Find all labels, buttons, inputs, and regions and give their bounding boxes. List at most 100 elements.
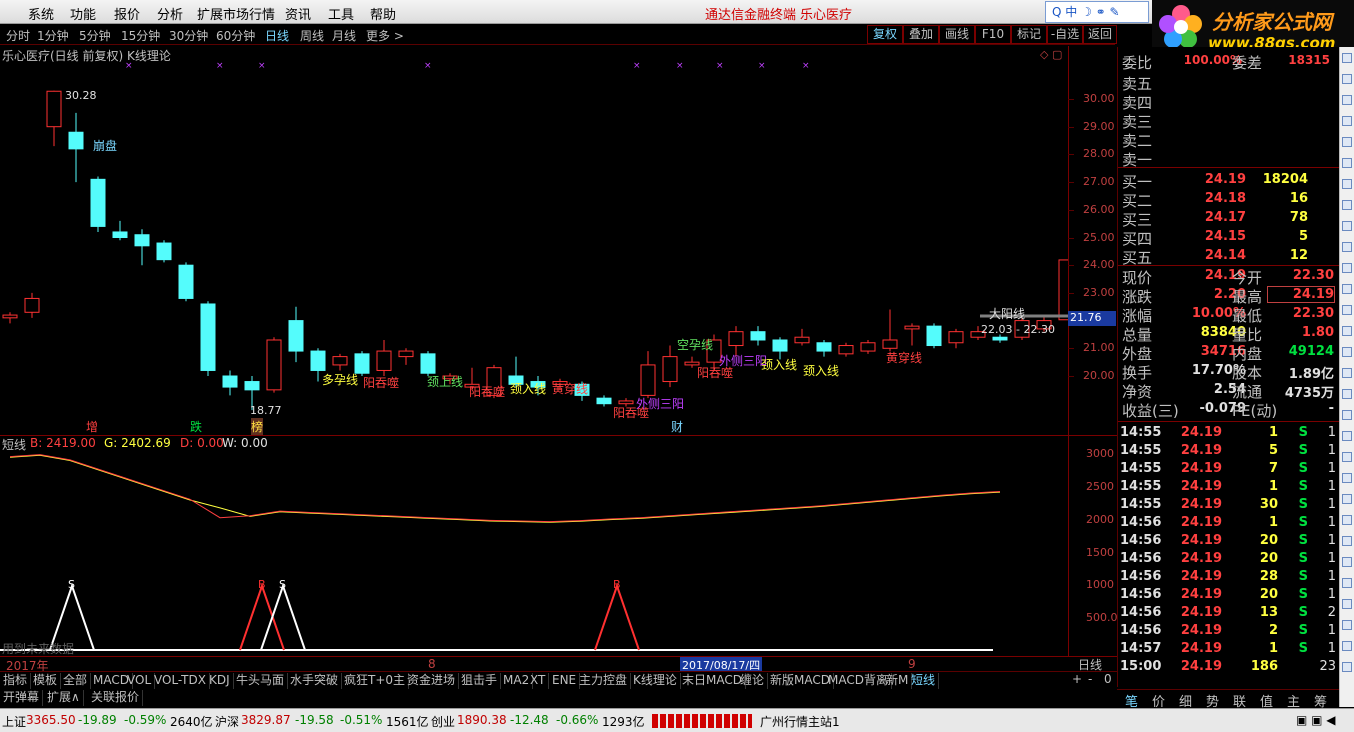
indicator-tab[interactable]: 缠论: [737, 673, 769, 689]
period-5min[interactable]: 5分钟: [79, 27, 111, 44]
period-60min[interactable]: 60分钟: [216, 27, 255, 44]
buy-price[interactable]: 24.19: [1178, 172, 1246, 187]
side-toolbar[interactable]: [1339, 47, 1354, 707]
period-15min[interactable]: 15分钟: [121, 27, 160, 44]
side-tool-icon[interactable]: [1342, 431, 1352, 441]
side-tool-icon[interactable]: [1342, 494, 1352, 504]
indicator-tab[interactable]: 末日MACD: [679, 673, 746, 689]
back-button[interactable]: 返回: [1083, 25, 1117, 44]
indicator-tab[interactable]: KDJ: [206, 673, 234, 689]
indicator-tab[interactable]: XT: [527, 673, 550, 689]
side-tool-icon[interactable]: [1342, 473, 1352, 483]
period-30min[interactable]: 30分钟: [169, 27, 208, 44]
indicator-tab[interactable]: 牛头马面: [233, 673, 289, 689]
period-more[interactable]: 更多 >: [366, 27, 404, 44]
indicator-tab[interactable]: 资金进场: [404, 673, 460, 689]
period-daily[interactable]: 日线: [265, 27, 289, 44]
tab-controls[interactable]: + - 0: [1068, 672, 1117, 688]
side-tool-icon[interactable]: [1342, 326, 1352, 336]
side-tool-icon[interactable]: [1342, 74, 1352, 84]
side-tool-icon[interactable]: [1342, 410, 1352, 420]
draw-line-button[interactable]: 画线: [939, 25, 975, 44]
f10-button[interactable]: F10: [975, 25, 1011, 44]
stat-label: 外盘: [1122, 345, 1153, 363]
side-tool-icon[interactable]: [1342, 221, 1352, 231]
indicator-tab[interactable]: 水手突破: [287, 673, 343, 689]
period-1min[interactable]: 1分钟: [37, 27, 69, 44]
danmaku-toggle[interactable]: 开弹幕: [0, 690, 44, 706]
period-monthly[interactable]: 月线: [332, 27, 356, 44]
side-tool-icon[interactable]: [1342, 242, 1352, 252]
minus-tab-icon[interactable]: -: [1088, 672, 1092, 686]
side-tool-icon[interactable]: [1342, 620, 1352, 630]
side-tool-icon[interactable]: [1342, 116, 1352, 126]
side-tool-icon[interactable]: [1342, 179, 1352, 189]
side-tool-icon[interactable]: [1342, 95, 1352, 105]
side-tool-icon[interactable]: [1342, 599, 1352, 609]
indicator-tab[interactable]: 指标: [0, 673, 32, 689]
indicator-panel[interactable]: 短线 B: 2419.00 G: 2402.69 D: 0.00 W: 0.00…: [0, 436, 1118, 656]
menu-analysis[interactable]: 分析: [157, 4, 183, 23]
overlay-button[interactable]: 叠加: [903, 25, 939, 44]
menu-function[interactable]: 功能: [70, 4, 96, 23]
candle-down: [992, 336, 1008, 341]
indicator-tab[interactable]: 短线: [908, 673, 940, 689]
status-icons[interactable]: ▣ ▣ ◀: [1296, 713, 1336, 727]
side-tool-icon[interactable]: [1342, 368, 1352, 378]
stat-label: 换手: [1122, 364, 1153, 382]
side-tool-icon[interactable]: [1342, 578, 1352, 588]
indicator-tab[interactable]: MACD背离: [825, 673, 892, 689]
kline-chart[interactable]: 乐心医疗(日线 前复权) K线理论 ◇ ▢ 30.00 29.00 28.00 27.…: [0, 46, 1117, 436]
side-tool-icon[interactable]: [1342, 137, 1352, 147]
candle-down: [222, 375, 238, 388]
menu-help[interactable]: 帮助: [370, 4, 396, 23]
side-tool-icon[interactable]: [1342, 536, 1352, 546]
indicator-tab[interactable]: 新版MACD: [767, 673, 834, 689]
menu-tools[interactable]: 工具: [328, 4, 354, 23]
signal-x-mark: ×: [758, 61, 766, 71]
prev-tab-icon[interactable]: +: [1072, 672, 1082, 686]
restore-rights-button[interactable]: 复权: [867, 25, 903, 44]
side-tool-icon[interactable]: [1342, 452, 1352, 462]
indicator-tab[interactable]: 主力控盘: [576, 673, 632, 689]
side-tool-icon[interactable]: [1342, 200, 1352, 210]
side-tool-icon[interactable]: [1342, 557, 1352, 567]
indicator-tab[interactable]: 模板: [30, 673, 62, 689]
tick-time: 15:00: [1120, 659, 1162, 674]
period-tick[interactable]: 分时: [6, 27, 30, 44]
sell-signal: [260, 582, 306, 651]
side-tool-icon[interactable]: [1342, 347, 1352, 357]
menu-quote[interactable]: 报价: [114, 4, 140, 23]
extend-toggle[interactable]: 扩展∧: [44, 690, 84, 706]
side-tool-icon[interactable]: [1342, 641, 1352, 651]
watchlist-button[interactable]: -自选: [1047, 25, 1083, 44]
indicator-tab[interactable]: 疯狂T+0主: [341, 673, 410, 689]
menu-extended-market[interactable]: 扩展市场行情: [197, 4, 275, 23]
search-input[interactable]: Q 中 ☽ ⚭ ✎: [1045, 1, 1149, 23]
side-tool-icon[interactable]: [1342, 158, 1352, 168]
side-tool-icon[interactable]: [1342, 662, 1352, 672]
mark-button[interactable]: 标记: [1011, 25, 1047, 44]
buy-price[interactable]: 24.15: [1178, 229, 1246, 244]
buy-price[interactable]: 24.14: [1178, 248, 1246, 263]
period-weekly[interactable]: 周线: [300, 27, 324, 44]
menu-news[interactable]: 资讯: [285, 4, 311, 23]
indicator-tab[interactable]: K线理论: [630, 673, 681, 689]
tick-volume: 7: [1268, 461, 1278, 476]
buy-price[interactable]: 24.17: [1178, 210, 1246, 225]
close-tab-icon[interactable]: 0: [1104, 672, 1112, 686]
related-quote[interactable]: 关联报价: [88, 690, 144, 706]
logo-title: 分析家公式网: [1212, 10, 1332, 34]
buy-price[interactable]: 24.18: [1178, 191, 1246, 206]
candle-down: [134, 234, 150, 247]
side-tool-icon[interactable]: [1342, 284, 1352, 294]
side-tool-icon[interactable]: [1342, 305, 1352, 315]
side-tool-icon[interactable]: [1342, 389, 1352, 399]
indicator-tab[interactable]: 狙击手: [458, 673, 502, 689]
indicator-tab[interactable]: 全部: [60, 673, 92, 689]
indicator-tab[interactable]: VOL-TDX: [151, 673, 210, 689]
side-tool-icon[interactable]: [1342, 263, 1352, 273]
side-tool-icon[interactable]: [1342, 515, 1352, 525]
menu-system[interactable]: 系统: [28, 4, 54, 23]
side-tool-icon[interactable]: [1342, 53, 1352, 63]
